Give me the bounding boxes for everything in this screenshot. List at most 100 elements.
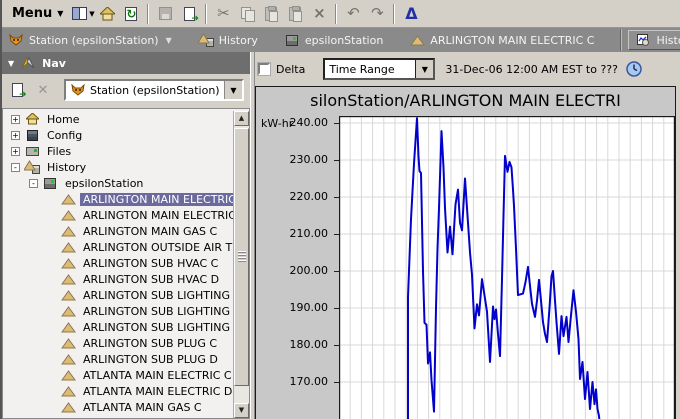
scroll-down-button[interactable]: ▼ (234, 403, 249, 418)
delta-tool-button[interactable]: Δ (399, 3, 423, 25)
nav-pane: ▼ Nav ✕ Station (epsilonStation) ▼ +Home… (2, 52, 250, 419)
clock-icon[interactable] (626, 61, 642, 77)
view-selector-label: History Chart (656, 34, 680, 47)
tree-item[interactable]: ARLINGTON SUB PLUG C (3, 335, 233, 351)
tree-item-label: ATLANTA MAIN ELECTRIC D (80, 385, 233, 398)
breadcrumb-item-2[interactable]: History (198, 33, 258, 47)
tree-item[interactable]: ATLANTA MAIN ELECTRIC C (3, 367, 233, 383)
breadcrumb-item-label: ARLINGTON MAIN ELECTRIC C (430, 34, 594, 47)
history-chart-icon (635, 33, 651, 47)
toolbar-separator (205, 4, 207, 24)
view-selector-button[interactable]: History Chart ▼ (628, 30, 680, 50)
undo-button[interactable]: ↶ (341, 3, 365, 25)
station-db-icon (284, 33, 300, 47)
history-item-icon (60, 224, 76, 238)
time-range-text: 31-Dec-06 12:00 AM EST to ??? (445, 63, 618, 76)
tree-item[interactable]: +Files (3, 143, 233, 159)
combobox-dropdown-button[interactable]: ▼ (415, 60, 433, 78)
history-item-icon (60, 192, 76, 206)
history-item-icon (60, 336, 76, 350)
chart-controls: Delta Time Range ▼ 31-Dec-06 12:00 AM ES… (255, 52, 680, 86)
y-axis-tick-label: 210.00 (270, 227, 328, 240)
export-button[interactable] (177, 3, 201, 25)
history-item-icon (60, 208, 76, 222)
tree-item[interactable]: ARLINGTON SUB LIGHTING D (3, 303, 233, 319)
nav-root-combobox[interactable]: Station (epsilonStation) ▼ (64, 79, 244, 101)
scrollbar-thumb[interactable] (234, 128, 249, 386)
tree-item[interactable]: ARLINGTON MAIN ELECTRIC C (3, 191, 233, 207)
history-item-icon (409, 33, 425, 47)
tree-item[interactable]: -epsilonStation (3, 175, 233, 191)
fox-icon (8, 33, 24, 47)
tree-item[interactable]: - History (3, 159, 233, 175)
menu-button-label: Menu (12, 6, 52, 21)
breadcrumb-item-4[interactable]: ARLINGTON MAIN ELECTRIC C (409, 33, 594, 47)
time-range-value: Time Range (329, 63, 394, 76)
delta-checkbox[interactable] (258, 63, 270, 75)
collapse-icon[interactable]: - (11, 163, 20, 172)
combobox-dropdown-button[interactable]: ▼ (224, 81, 242, 99)
copy-button[interactable] (235, 3, 259, 25)
y-axis-tick-label: 190.00 (270, 301, 328, 314)
y-axis-tick-label: 220.00 (270, 190, 328, 203)
refresh-button[interactable] (119, 3, 143, 25)
tree-item[interactable]: +Config (3, 127, 233, 143)
expand-icon[interactable]: + (11, 131, 20, 140)
breadcrumb-item-label: Station (epsilonStation) (29, 34, 159, 47)
tree-item[interactable]: ARLINGTON SUB LIGHTING RUNT (3, 319, 233, 335)
history-item-icon (60, 368, 76, 382)
chevron-down-icon: ▼ (166, 36, 172, 45)
nav-tree-scrollbar[interactable]: ▲ ▼ (233, 111, 249, 418)
collapse-arrow-icon[interactable]: ▼ (8, 59, 14, 68)
nav-pane-header[interactable]: ▼ Nav (2, 52, 250, 74)
tree-item[interactable]: ATLANTA MAIN ELECTRIC D (3, 383, 233, 399)
side-bar-toggle[interactable]: ▼ (71, 3, 95, 25)
nav-tree: +Home+Config+Files-History-epsilonStatio… (3, 111, 233, 418)
breadcrumb-bar: Station (epsilonStation) ▼ History epsilonS… (2, 28, 680, 52)
home-button[interactable] (95, 3, 119, 25)
tree-item-label: ARLINGTON SUB LIGHTING C (80, 289, 233, 302)
history-item-icon (60, 304, 76, 318)
breadcrumb-item-3[interactable]: epsilonStation (284, 33, 383, 47)
station-db-icon (42, 176, 58, 190)
remove-item-button[interactable]: ✕ (32, 80, 54, 100)
nav-toolbar: ✕ Station (epsilonStation) ▼ (2, 74, 250, 106)
scroll-up-button[interactable]: ▲ (234, 111, 249, 126)
expand-icon[interactable]: + (11, 115, 20, 124)
tree-item[interactable]: ATLANTA MAIN GAS C (3, 399, 233, 415)
home-icon (24, 112, 40, 126)
tree-item-label: History (44, 161, 89, 174)
collapse-icon[interactable]: - (29, 179, 38, 188)
cut-button[interactable]: ✂ (211, 3, 235, 25)
history-item-icon (60, 256, 76, 270)
redo-button[interactable]: ↷ (365, 3, 389, 25)
tree-item[interactable]: ARLINGTON MAIN ELECTRIC D (3, 207, 233, 223)
new-page-icon (12, 83, 23, 97)
menu-button[interactable]: Menu ▼ (6, 4, 69, 23)
save-button[interactable] (153, 3, 177, 25)
tree-item[interactable]: ARLINGTON SUB PLUG D (3, 351, 233, 367)
plot-area[interactable] (339, 116, 675, 419)
breadcrumb-item-1[interactable]: Station (epsilonStation) ▼ (8, 33, 172, 47)
delta-checkbox-label: Delta (276, 63, 305, 76)
history-chart: silonStation/ARLINGTON MAIN ELECTRI kW-h… (255, 86, 676, 419)
paste-special-button[interactable] (283, 3, 307, 25)
tree-item-label: ARLINGTON SUB PLUG C (80, 337, 220, 350)
expand-icon[interactable]: + (11, 147, 20, 156)
tree-item[interactable]: ARLINGTON MAIN GAS C (3, 223, 233, 239)
tree-item[interactable]: ARLINGTON SUB HVAC D (3, 271, 233, 287)
y-axis-tick-label: 170.00 (270, 375, 328, 388)
view-separator (620, 29, 622, 51)
new-item-button[interactable] (6, 80, 28, 100)
toolbar-separator (335, 4, 337, 24)
tree-item[interactable]: ARLINGTON SUB HVAC C (3, 255, 233, 271)
delete-button[interactable]: × (307, 3, 331, 25)
paste-button[interactable] (259, 3, 283, 25)
tree-item[interactable]: +Home (3, 111, 233, 127)
tree-item[interactable]: ARLINGTON SUB LIGHTING C (3, 287, 233, 303)
history-item-icon (60, 240, 76, 254)
tree-item[interactable]: ARLINGTON OUTSIDE AIR TEMP (3, 239, 233, 255)
time-range-combobox[interactable]: Time Range ▼ (323, 58, 435, 80)
chevron-down-icon: ▼ (57, 9, 63, 18)
fox-icon (70, 83, 86, 97)
